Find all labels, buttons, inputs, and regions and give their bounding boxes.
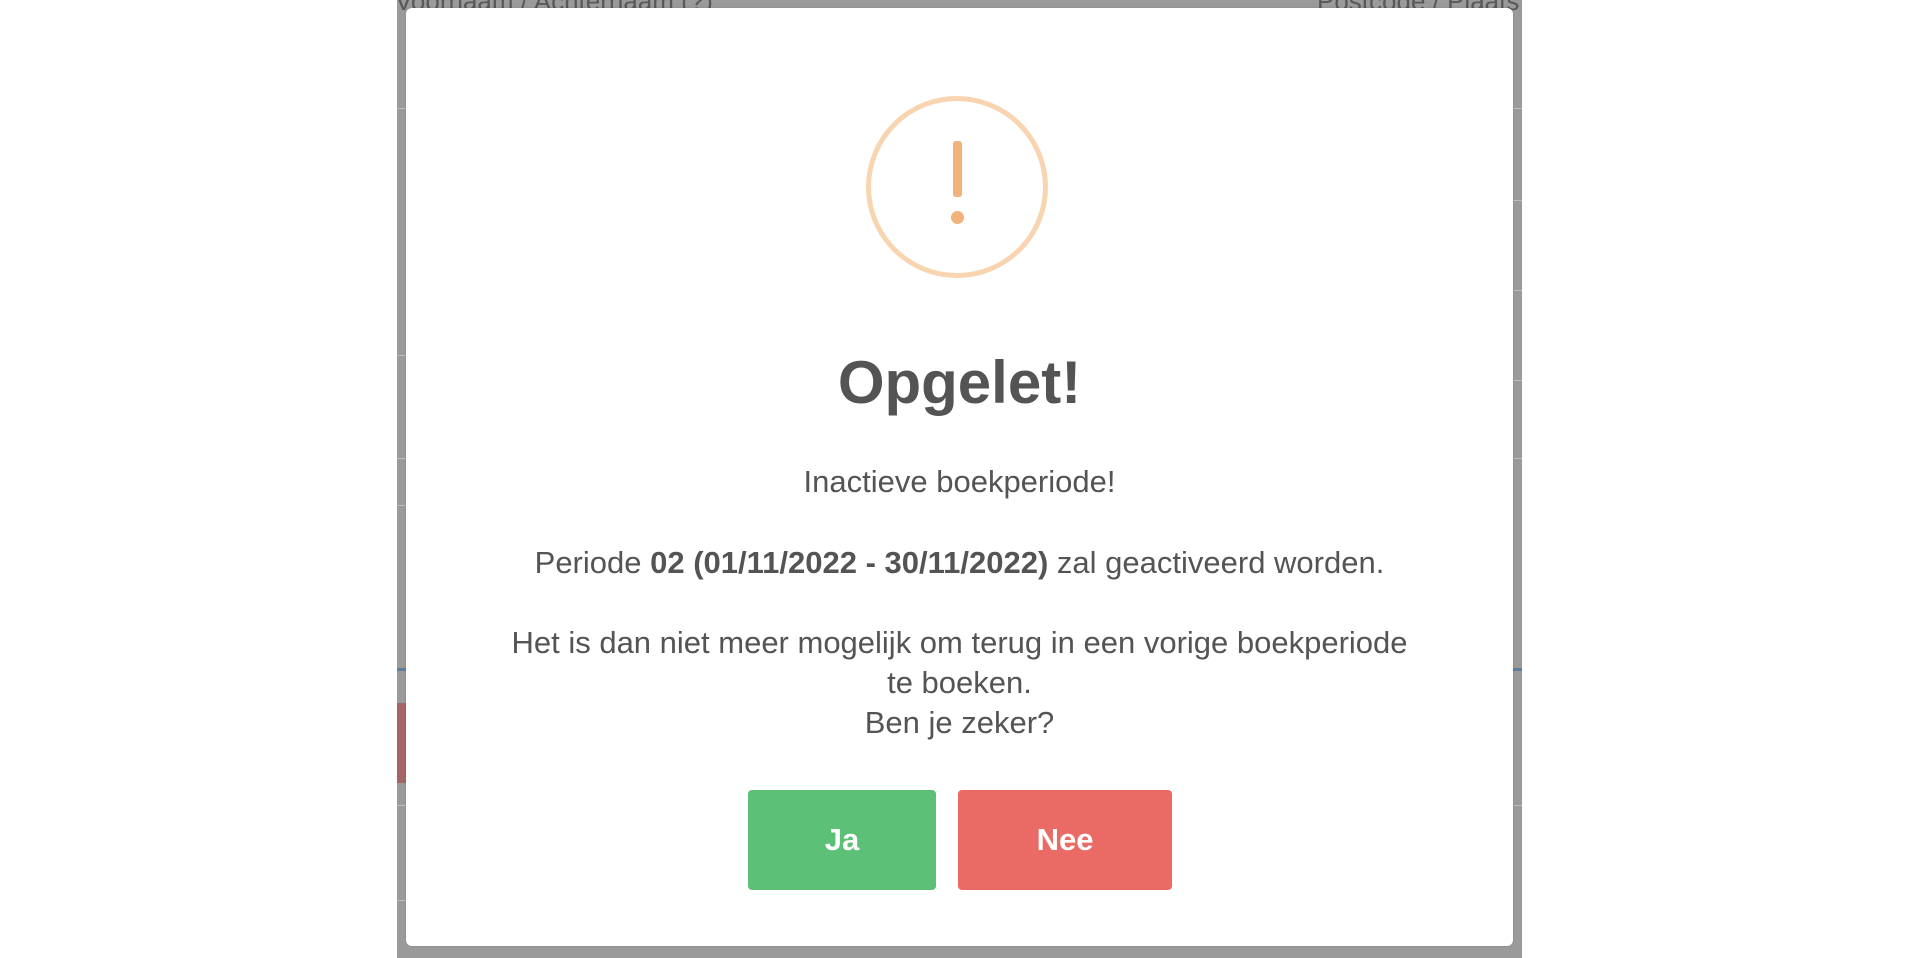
period-range: 02 (01/11/2022 - 30/11/2022) — [650, 545, 1049, 580]
dialog-message-warning-line1: Het is dan niet meer mogelijk om terug i… — [511, 625, 1408, 660]
exclamation-bar — [953, 141, 962, 197]
period-suffix: zal geactiveerd worden. — [1056, 545, 1385, 580]
dialog-message-warning-line2: te boeken. — [887, 665, 1032, 700]
dialog-message-inactive-period: Inactieve boekperiode! — [803, 464, 1116, 499]
confirm-yes-button[interactable]: Ja — [748, 790, 936, 890]
dialog-title: Opgelet! — [837, 349, 1082, 416]
confirm-dialog: Opgelet! Inactieve boekperiode! Periode … — [406, 8, 1513, 946]
cancel-no-button[interactable]: Nee — [958, 790, 1172, 890]
exclamation-warning-icon — [866, 96, 1048, 278]
exclamation-dot — [951, 211, 964, 224]
period-prefix: Periode — [534, 545, 642, 580]
background-accent-line — [1512, 668, 1522, 671]
dialog-message-period: Periode 02 (01/11/2022 - 30/11/2022) zal… — [406, 543, 1513, 583]
dialog-message-question: Ben je zeker? — [864, 705, 1055, 740]
